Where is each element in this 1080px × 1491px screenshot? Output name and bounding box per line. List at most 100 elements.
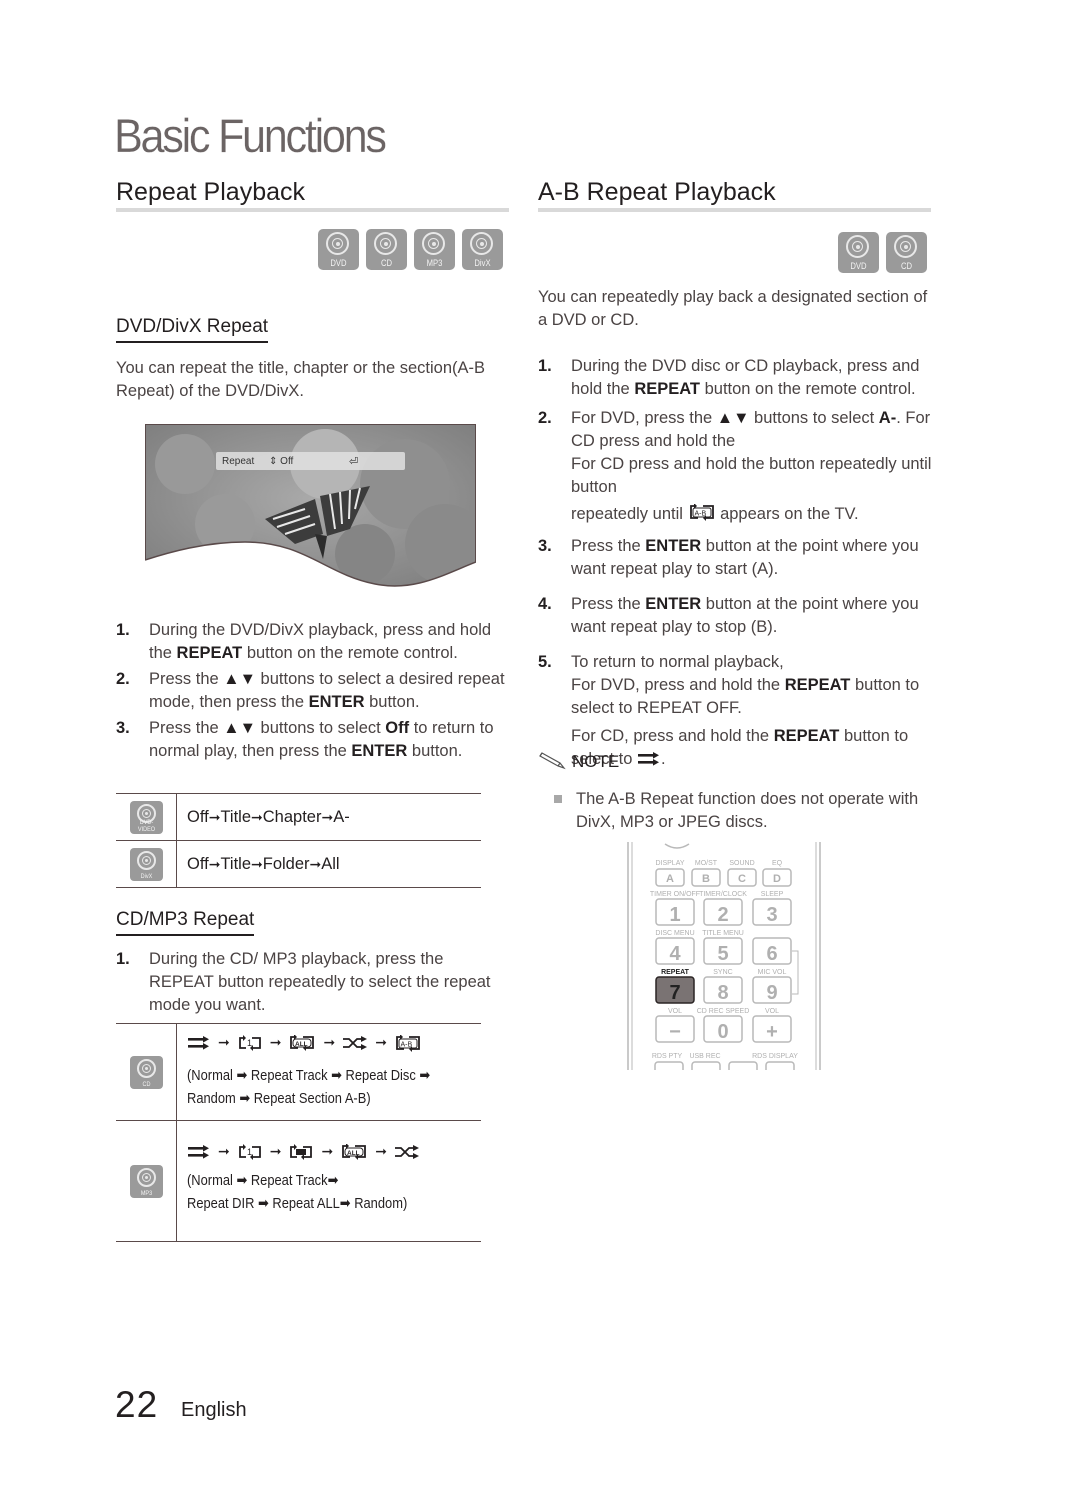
sequence-step: Chapter (262, 807, 322, 826)
mode-description-line: (Normal ➡ Repeat Track➡ (187, 1172, 339, 1189)
remote-key (691, 1061, 721, 1070)
osd-label: Repeat (222, 455, 255, 467)
table-row: MP3 ➞ 1 ➞ ➞ ALL ➞ (Normal ➡ Repeat Track➡ Repeat… (116, 1121, 481, 1242)
sequence-step: Off (187, 807, 209, 826)
arrow-icon: ➞ (218, 1034, 230, 1050)
remote-key-text: − (669, 1021, 681, 1043)
arrow-icon: ➞ (375, 1143, 387, 1159)
up-down-arrows-icon: ⇕ (269, 455, 278, 467)
remote-key (765, 1061, 795, 1070)
bold-term: Off (385, 719, 410, 737)
disc-label: CD (900, 261, 913, 271)
remote-key-text: 7 (669, 982, 680, 1004)
step-item: 1. During the CD/ MP3 playback, press th… (116, 948, 511, 1017)
remote-key-text: A (666, 873, 674, 885)
note-label: NOTE (572, 752, 620, 771)
arrow-icon: ➞ (375, 1034, 387, 1050)
remote-key-text: 2 (717, 904, 728, 926)
repeat-sequence: Off ➞ Title ➞ Chapter ➞ A- (177, 794, 350, 840)
step-paragraph: For CD, press and hold the REPEAT button… (571, 725, 938, 774)
svg-text:ALL: ALL (295, 1041, 308, 1048)
repeat-ab-icon: A-B (688, 503, 716, 526)
section-rule (116, 208, 509, 212)
remote-key-label: DISPLAY (655, 860, 684, 867)
sequence-step: Folder (262, 854, 310, 873)
disc-dvd-icon: DVD (318, 229, 359, 270)
step-text: Press the ▲▼ buttons to select Off to re… (149, 719, 494, 760)
dvd-divx-subtitle-wrap: DVD/DivX Repeat (116, 316, 269, 343)
dvd-divx-subtitle: DVD/DivX Repeat (116, 316, 269, 343)
sequence-step: Off (187, 854, 209, 873)
bold-term: ▲▼ (716, 409, 750, 427)
remote-key-label: TIMER/CLOCK (699, 891, 747, 898)
disc-divx-icon: DivX (462, 229, 503, 270)
dvd-divx-steps: 1. During the DVD/DivX playback, press an… (116, 619, 516, 763)
svg-text:A-B: A-B (694, 511, 706, 518)
remote-key-label: TIMER ON/OFF (650, 891, 700, 898)
disc-dvd-icon: DVD (838, 232, 879, 273)
step-item: 3. Press the ENTER button at the point wh… (538, 535, 938, 581)
step-text: For DVD, press the ▲▼ buttons to select … (571, 407, 938, 529)
disc-ring (136, 1058, 156, 1078)
disc-cd-icon: CD (886, 232, 927, 273)
step-text: Press the ENTER button at the point wher… (571, 595, 919, 636)
remote-key-text: 5 (717, 943, 728, 965)
remote-key-label: RDS DISPLAY (752, 1053, 798, 1060)
remote-key (728, 1061, 758, 1070)
arrow-icon: ➞ (251, 808, 263, 825)
enter-icon: ⏎ (349, 455, 359, 468)
svg-text:ALL: ALL (347, 1150, 360, 1157)
remote-key-text: 1 (669, 904, 680, 926)
dvd-divx-repeat-table: DVD-VIDEO Off ➞ Title ➞ Chapter ➞ A- DivX O… (116, 793, 481, 888)
sequence-step: Title (220, 807, 252, 826)
page-language: English (181, 1399, 247, 1421)
repeat-sequence: Off ➞ Title ➞ Folder ➞ All (177, 841, 340, 887)
remote-key-label: REPEAT (661, 969, 690, 976)
bold-term: ENTER (351, 742, 408, 760)
bold-term: REPEAT (773, 727, 840, 745)
step-item: 1. During the DVD disc or CD playback, pr… (538, 355, 938, 401)
remote-key (654, 1061, 684, 1070)
remote-key-label: CD REC SPEED (697, 1008, 750, 1015)
step-number: 1. (538, 357, 552, 375)
table-row: DivX Off ➞ Title ➞ Folder ➞ All (116, 841, 481, 888)
bold-term: REPEAT (176, 644, 243, 662)
step-item: 1. During the DVD/DivX playback, press an… (116, 619, 516, 665)
svg-text:1: 1 (247, 1038, 252, 1048)
remote-key-text: D (773, 873, 781, 885)
tv-screen-illustration: Repeat ⇕ Off ⏎ (145, 424, 476, 590)
step-text: During the CD/ MP3 playback, press the R… (149, 950, 491, 1014)
osd-value: ⇕ Off (269, 455, 294, 467)
remote-key-label: USB REC (689, 1053, 720, 1060)
disc-cd-icon: CD (129, 1055, 163, 1089)
arrow-icon: ➞ (321, 808, 334, 825)
note-text: The A-B Repeat function does not operate… (576, 790, 919, 831)
step-item: 2. Press the ▲▼ buttons to select a desir… (116, 668, 516, 714)
remote-key-text: C (738, 873, 746, 885)
remote-key-label: TITLE MENU (702, 930, 744, 937)
repeat-mode-cell: ➞ 1 ➞ ALL ➞ ➞ A-B (Normal ➡ Repeat Track ➡ Repe… (177, 1024, 470, 1120)
ab-repeat-playback-title: A-B Repeat Playback (538, 178, 776, 206)
mic-vol-bracket (792, 950, 799, 995)
step-text: During the DVD disc or CD playback, pres… (571, 357, 920, 398)
bullet-icon (554, 795, 562, 803)
bold-term: A- (878, 409, 897, 427)
repeat-mode-cell: ➞ 1 ➞ ➞ ALL ➞ (Normal ➡ Repeat Track➡ Repeat DI… (177, 1121, 443, 1241)
step-text: Press the ENTER button at the point wher… (571, 537, 919, 578)
step-line: repeatedly until A-B appears on the TV. (571, 503, 859, 529)
step-item: 3. Press the ▲▼ buttons to select Off to … (116, 717, 516, 763)
disc-label: MP3 (426, 258, 443, 268)
remote-key-text: 9 (766, 982, 777, 1004)
disc-mp3-icon: MP3 (414, 229, 455, 270)
pencil-icon (539, 752, 566, 770)
remote-key-text: 4 (669, 943, 681, 965)
bold-term: ENTER (645, 595, 702, 613)
remote-key-label: SOUND (729, 860, 754, 867)
remote-key-label: EQ (772, 860, 783, 867)
remote-arc (664, 843, 690, 849)
chapter-title: Basic Functions (114, 109, 387, 162)
remote-key-label: MO/ST (695, 860, 718, 867)
step-number: 4. (538, 595, 552, 613)
note-header: NOTE (538, 752, 619, 772)
step-number: 3. (538, 537, 552, 555)
